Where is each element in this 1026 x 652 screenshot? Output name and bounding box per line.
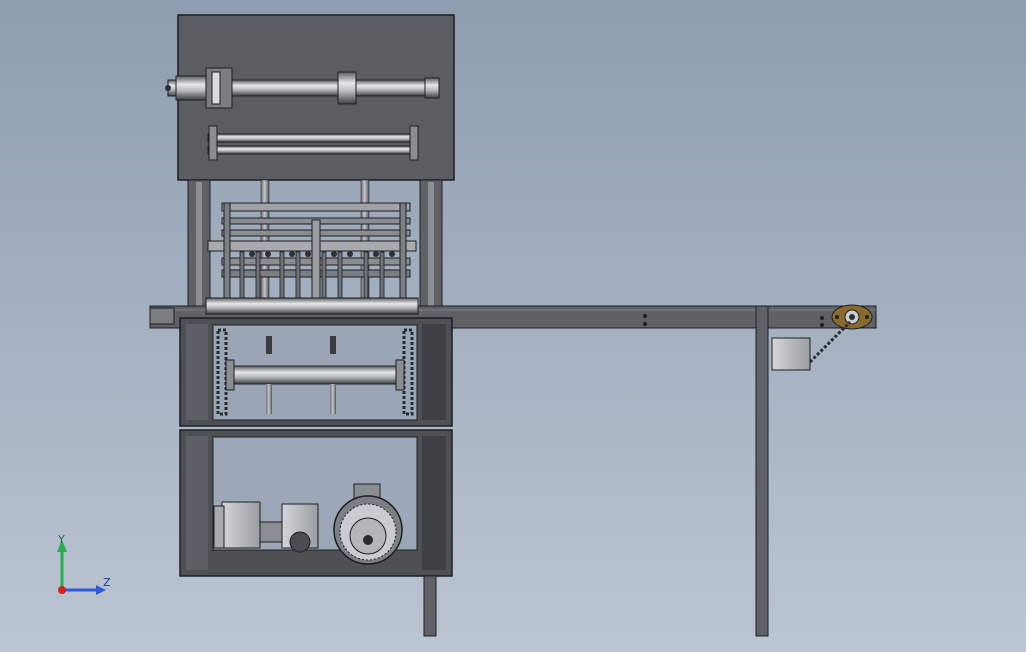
- machine-drawing: Y Z: [57, 14, 877, 637]
- filling-head: [207, 202, 417, 301]
- drive-chain: [771, 320, 852, 371]
- cad-viewport[interactable]: Y Z: [0, 0, 1026, 652]
- coordinate-triad: Y Z: [57, 533, 111, 595]
- conveyor-leg-right: [755, 305, 769, 637]
- support-leg-left: [423, 575, 437, 637]
- triad-z-label: Z: [103, 576, 111, 589]
- bearing-flange: [831, 304, 873, 330]
- triad-y-label: Y: [57, 533, 65, 546]
